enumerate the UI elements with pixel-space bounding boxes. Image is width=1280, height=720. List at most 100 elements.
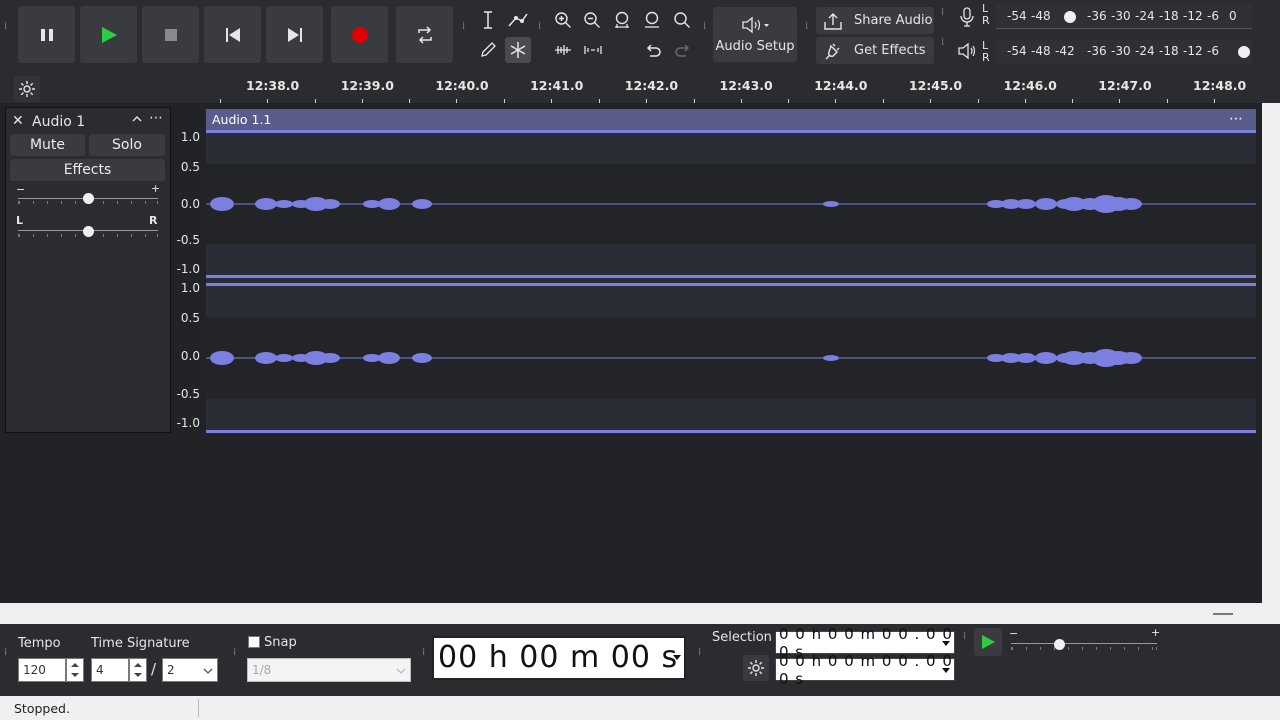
time-sig-spinner[interactable] (129, 658, 147, 682)
toolbar-grip[interactable]: ⁞ (805, 22, 811, 44)
zoom-toggle-icon (674, 12, 690, 28)
time-display[interactable]: 00 h 00 m 00 s (432, 636, 686, 680)
toolbar-grip[interactable]: ⁞ (4, 648, 10, 670)
channel-right-label: R (982, 51, 990, 64)
audio-setup-button[interactable]: Audio Setup (713, 7, 797, 62)
scale-label: 1.0 (180, 281, 200, 295)
gear-icon (748, 660, 764, 676)
timeline-settings-button[interactable] (14, 76, 40, 102)
mute-button[interactable]: Mute (10, 134, 85, 156)
clip-menu-button[interactable]: ⋯ (1229, 109, 1244, 130)
meter-tick: -18 (1159, 44, 1179, 58)
undo-button[interactable] (640, 37, 666, 63)
draw-tool-button[interactable] (475, 37, 501, 63)
ruler-time-label: 12:39.0 (340, 78, 394, 93)
time-sig-slash: / (151, 660, 157, 678)
meter-tick: -42 (1055, 44, 1075, 58)
record-level-slider-thumb[interactable] (1064, 11, 1076, 23)
ruler-time-label: 12:47.0 (1098, 78, 1152, 93)
ruler-time-label: 12:42.0 (624, 78, 679, 93)
selection-tool-button[interactable] (475, 7, 501, 33)
toolbar-grip[interactable]: ⁞ (698, 648, 704, 670)
tempo-spinner[interactable] (66, 658, 84, 682)
pause-icon (40, 28, 53, 41)
trim-outside-button[interactable] (550, 37, 576, 63)
track-name[interactable]: Audio 1 (32, 114, 85, 130)
share-audio-button[interactable]: Share Audio (816, 7, 934, 34)
time-sig-upper-input[interactable]: 4 (91, 658, 129, 682)
toolbar-grip[interactable]: ⁞ (963, 632, 969, 654)
record-meter-button[interactable] (954, 4, 980, 30)
redo-icon (675, 44, 690, 57)
time-sig-lower-select[interactable]: 2 (162, 658, 218, 682)
envelope-tool-button[interactable] (505, 7, 531, 33)
ruler-time-label: 12:38.0 (246, 78, 300, 93)
horizontal-scrollbar[interactable] (0, 603, 1280, 624)
playback-meter-button[interactable] (954, 38, 980, 64)
pause-button[interactable] (18, 6, 75, 63)
meter-tick: -12 (1183, 44, 1203, 58)
vertical-scrollbar[interactable] (1262, 103, 1280, 603)
waveform[interactable] (206, 130, 1256, 433)
playback-level-slider-thumb[interactable] (1238, 46, 1250, 58)
toolbar-grip[interactable]: ⁞ (538, 22, 544, 44)
toolbar-grip[interactable]: ⁞ (4, 22, 10, 44)
skip-to-end-button[interactable] (266, 6, 323, 63)
amplitude-scale[interactable]: 1.0 0.5 0.0 -0.5 -1.0 1.0 0.5 0.0 -0.5 -… (171, 107, 206, 433)
selection-end-field[interactable]: 0 0 h 0 0 m 0 0 . 0 0 0 s (775, 652, 955, 688)
fit-project-button[interactable] (639, 7, 665, 33)
close-track-button[interactable]: ✕ (12, 113, 24, 129)
effects-button[interactable]: Effects (10, 159, 165, 181)
speaker-dropdown-icon (742, 16, 769, 34)
waveform-burst (320, 199, 340, 209)
chevron-down-icon (203, 668, 213, 674)
fit-selection-button[interactable] (609, 7, 635, 33)
solo-button[interactable]: Solo (89, 134, 165, 156)
pan-slider-thumb[interactable] (83, 226, 94, 237)
get-effects-label: Get Effects (854, 43, 926, 58)
get-effects-button[interactable]: Get Effects (816, 37, 934, 64)
selection-settings-button[interactable] (743, 655, 769, 681)
multi-tool-button[interactable] (505, 37, 531, 63)
loop-button[interactable] (396, 6, 453, 63)
play-button[interactable] (80, 6, 137, 63)
meter-tick: -48 (1031, 9, 1051, 23)
speed-slider-thumb[interactable] (1054, 639, 1065, 650)
gain-slider-thumb[interactable] (83, 193, 94, 204)
scale-label: 0.5 (180, 311, 200, 325)
silence-selection-button[interactable] (580, 37, 606, 63)
timeline-ruler[interactable]: 12:38.0 12:39.0 12:40.0 12:41.0 12:42.0 12:43… (0, 70, 1280, 103)
record-button[interactable] (331, 6, 388, 63)
waveform-burst (210, 351, 234, 365)
clip-header[interactable]: Audio 1.1 ⋯ (206, 109, 1256, 130)
toolbar-grip[interactable]: ⁞ (941, 8, 947, 30)
toolbar-grip[interactable]: ⁞ (233, 648, 239, 670)
skip-to-start-button[interactable] (204, 6, 261, 63)
track-control-panel: ✕ Audio 1 ⋯ Mute Solo Effects − + L R (5, 107, 171, 433)
track-menu-button[interactable]: ⋯ (149, 110, 164, 126)
toolbar-grip[interactable]: ⁞ (422, 648, 428, 670)
snap-value: 1/8 (252, 663, 272, 677)
collapse-track-button[interactable] (131, 112, 143, 130)
waveform-burst (823, 201, 839, 207)
speed-slider-track[interactable] (1011, 643, 1157, 644)
record-meter-channels: L R (982, 3, 990, 27)
scale-label: 0.5 (180, 160, 200, 174)
zoom-out-button[interactable] (579, 7, 605, 33)
redo-button[interactable] (670, 37, 696, 63)
chevron-down-icon (673, 655, 681, 660)
snap-checkbox[interactable] (248, 636, 260, 648)
stop-button[interactable] (142, 6, 199, 63)
play-at-speed-button[interactable] (974, 628, 1002, 656)
zoom-in-button[interactable] (550, 7, 576, 33)
tempo-input[interactable]: 120 (18, 658, 66, 682)
zoom-toggle-button[interactable] (669, 7, 695, 33)
toolbar-grip[interactable]: ⁞ (462, 22, 468, 44)
snap-select[interactable]: 1/8 (247, 658, 411, 682)
toolbar-grip[interactable]: ⁞ (703, 22, 709, 44)
meter-tick: -24 (1135, 9, 1155, 23)
resize-grip[interactable] (1213, 613, 1233, 615)
ruler-time-label: 12:43.0 (719, 78, 773, 93)
audio-clip[interactable]: Audio 1.1 ⋯ (206, 109, 1256, 433)
toolbar-grip[interactable]: ⁞ (941, 38, 947, 60)
